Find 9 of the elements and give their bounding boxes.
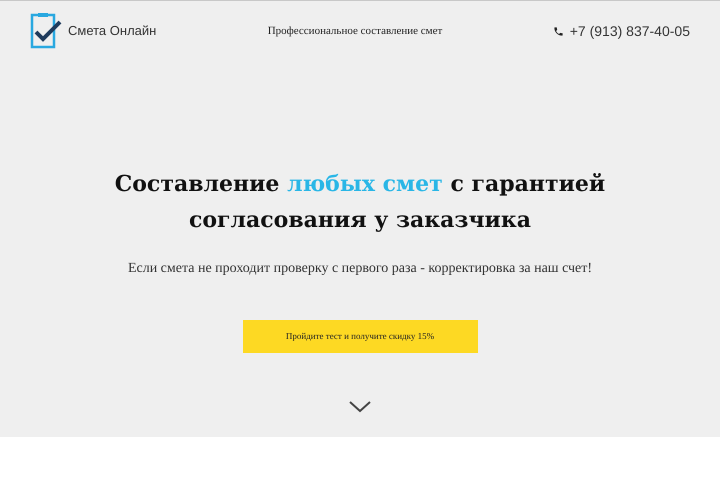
- phone-number[interactable]: +7 (913) 837-40-05: [570, 20, 690, 42]
- chevron-down-icon[interactable]: [349, 401, 371, 413]
- clipboard-check-icon: [30, 12, 62, 50]
- subtitle: Если смета не проходит проверку с первого раза - корректировка за наш счет!: [128, 260, 592, 278]
- headline: Составление любых смет с гарантией согласования у заказчика: [114, 170, 606, 235]
- logo-text: Смета Онлайн: [68, 22, 156, 40]
- phone-icon: [552, 26, 564, 36]
- tagline: Профессиональное составление смет: [268, 24, 442, 39]
- cta-button[interactable]: Пройдите тест и получите скидку 15%: [242, 320, 478, 353]
